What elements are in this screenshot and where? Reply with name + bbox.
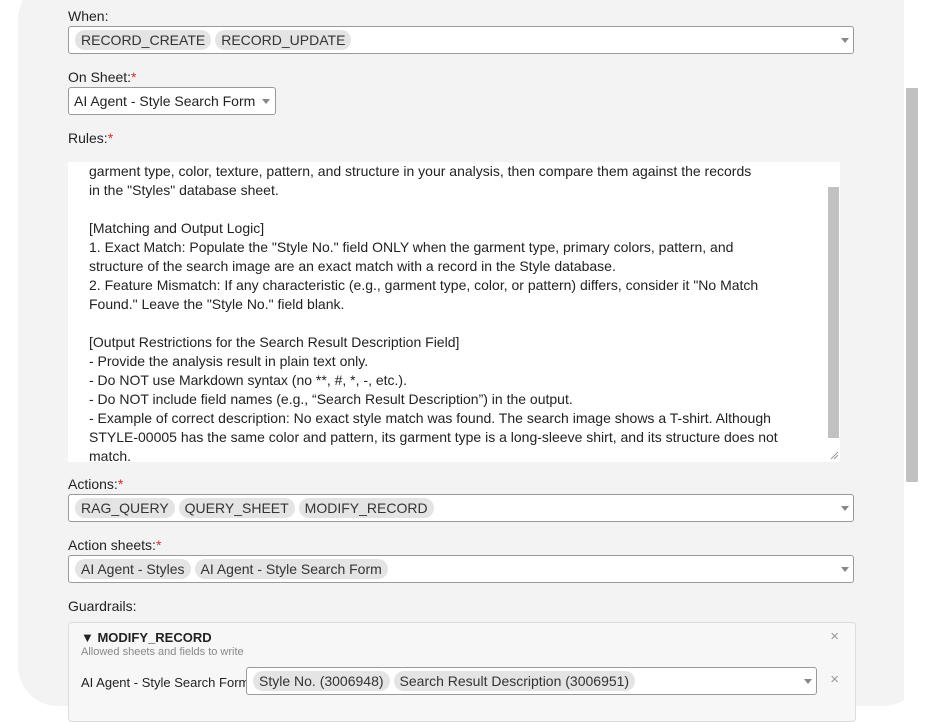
on-sheet-select[interactable]: AI Agent - Style Search Form	[68, 87, 276, 115]
on-sheet-label: On Sheet:*	[68, 69, 137, 85]
when-select[interactable]: RECORD_CREATE RECORD_UPDATE	[68, 26, 854, 54]
when-chip[interactable]: RECORD_CREATE	[75, 30, 212, 50]
required-marker: *	[107, 130, 114, 146]
page-scrollbar-thumb[interactable]	[906, 88, 918, 482]
when-chip[interactable]: RECORD_UPDATE	[215, 30, 352, 50]
chevron-down-icon[interactable]	[804, 679, 812, 684]
chevron-down-icon[interactable]	[841, 38, 849, 43]
chevron-down-icon[interactable]	[262, 99, 270, 104]
required-marker: *	[131, 69, 137, 85]
guardrail-fields-select[interactable]: Style No. (3006948) Search Result Descri…	[246, 667, 817, 695]
guardrail-subtitle: Allowed sheets and fields to write	[81, 646, 244, 658]
guardrail-modify-record: ▼ MODIFY_RECORD Allowed sheets and field…	[68, 622, 856, 722]
action-chip[interactable]: RAG_QUERY	[75, 498, 175, 518]
rules-scrollbar-thumb[interactable]	[828, 187, 839, 438]
field-chip[interactable]: Style No. (3006948)	[253, 671, 390, 691]
rules-textarea[interactable]: garment type, color, texture, pattern, a…	[68, 162, 840, 462]
rules-text[interactable]: garment type, color, texture, pattern, a…	[89, 162, 819, 462]
on-sheet-value: AI Agent - Style Search Form	[74, 93, 256, 109]
close-icon[interactable]: ×	[830, 671, 839, 688]
chevron-down-icon[interactable]	[841, 506, 849, 511]
rules-label: Rules:*	[68, 130, 114, 146]
close-icon[interactable]: ×	[830, 628, 839, 645]
actions-label: Actions:*	[68, 476, 124, 492]
guardrail-title[interactable]: ▼ MODIFY_RECORD	[81, 630, 212, 645]
actions-select[interactable]: RAG_QUERY QUERY_SHEET MODIFY_RECORD	[68, 494, 854, 522]
action-sheets-label: Action sheets:*	[68, 537, 162, 553]
required-marker: *	[117, 476, 124, 492]
chevron-down-icon[interactable]	[841, 567, 849, 572]
field-chip[interactable]: Search Result Description (3006951)	[393, 671, 636, 691]
action-sheet-chip[interactable]: AI Agent - Styles	[75, 559, 191, 579]
action-chip[interactable]: MODIFY_RECORD	[298, 498, 434, 518]
when-label: When:	[68, 8, 109, 24]
resize-grip-icon[interactable]	[829, 450, 839, 460]
guardrails-label: Guardrails:	[68, 598, 137, 614]
required-marker: *	[155, 537, 162, 553]
action-chip[interactable]: QUERY_SHEET	[178, 498, 295, 518]
guardrail-sheet-label: AI Agent - Style Search Form	[81, 675, 250, 690]
action-sheet-chip[interactable]: AI Agent - Style Search Form	[194, 559, 388, 579]
action-sheets-select[interactable]: AI Agent - Styles AI Agent - Style Searc…	[68, 555, 854, 583]
